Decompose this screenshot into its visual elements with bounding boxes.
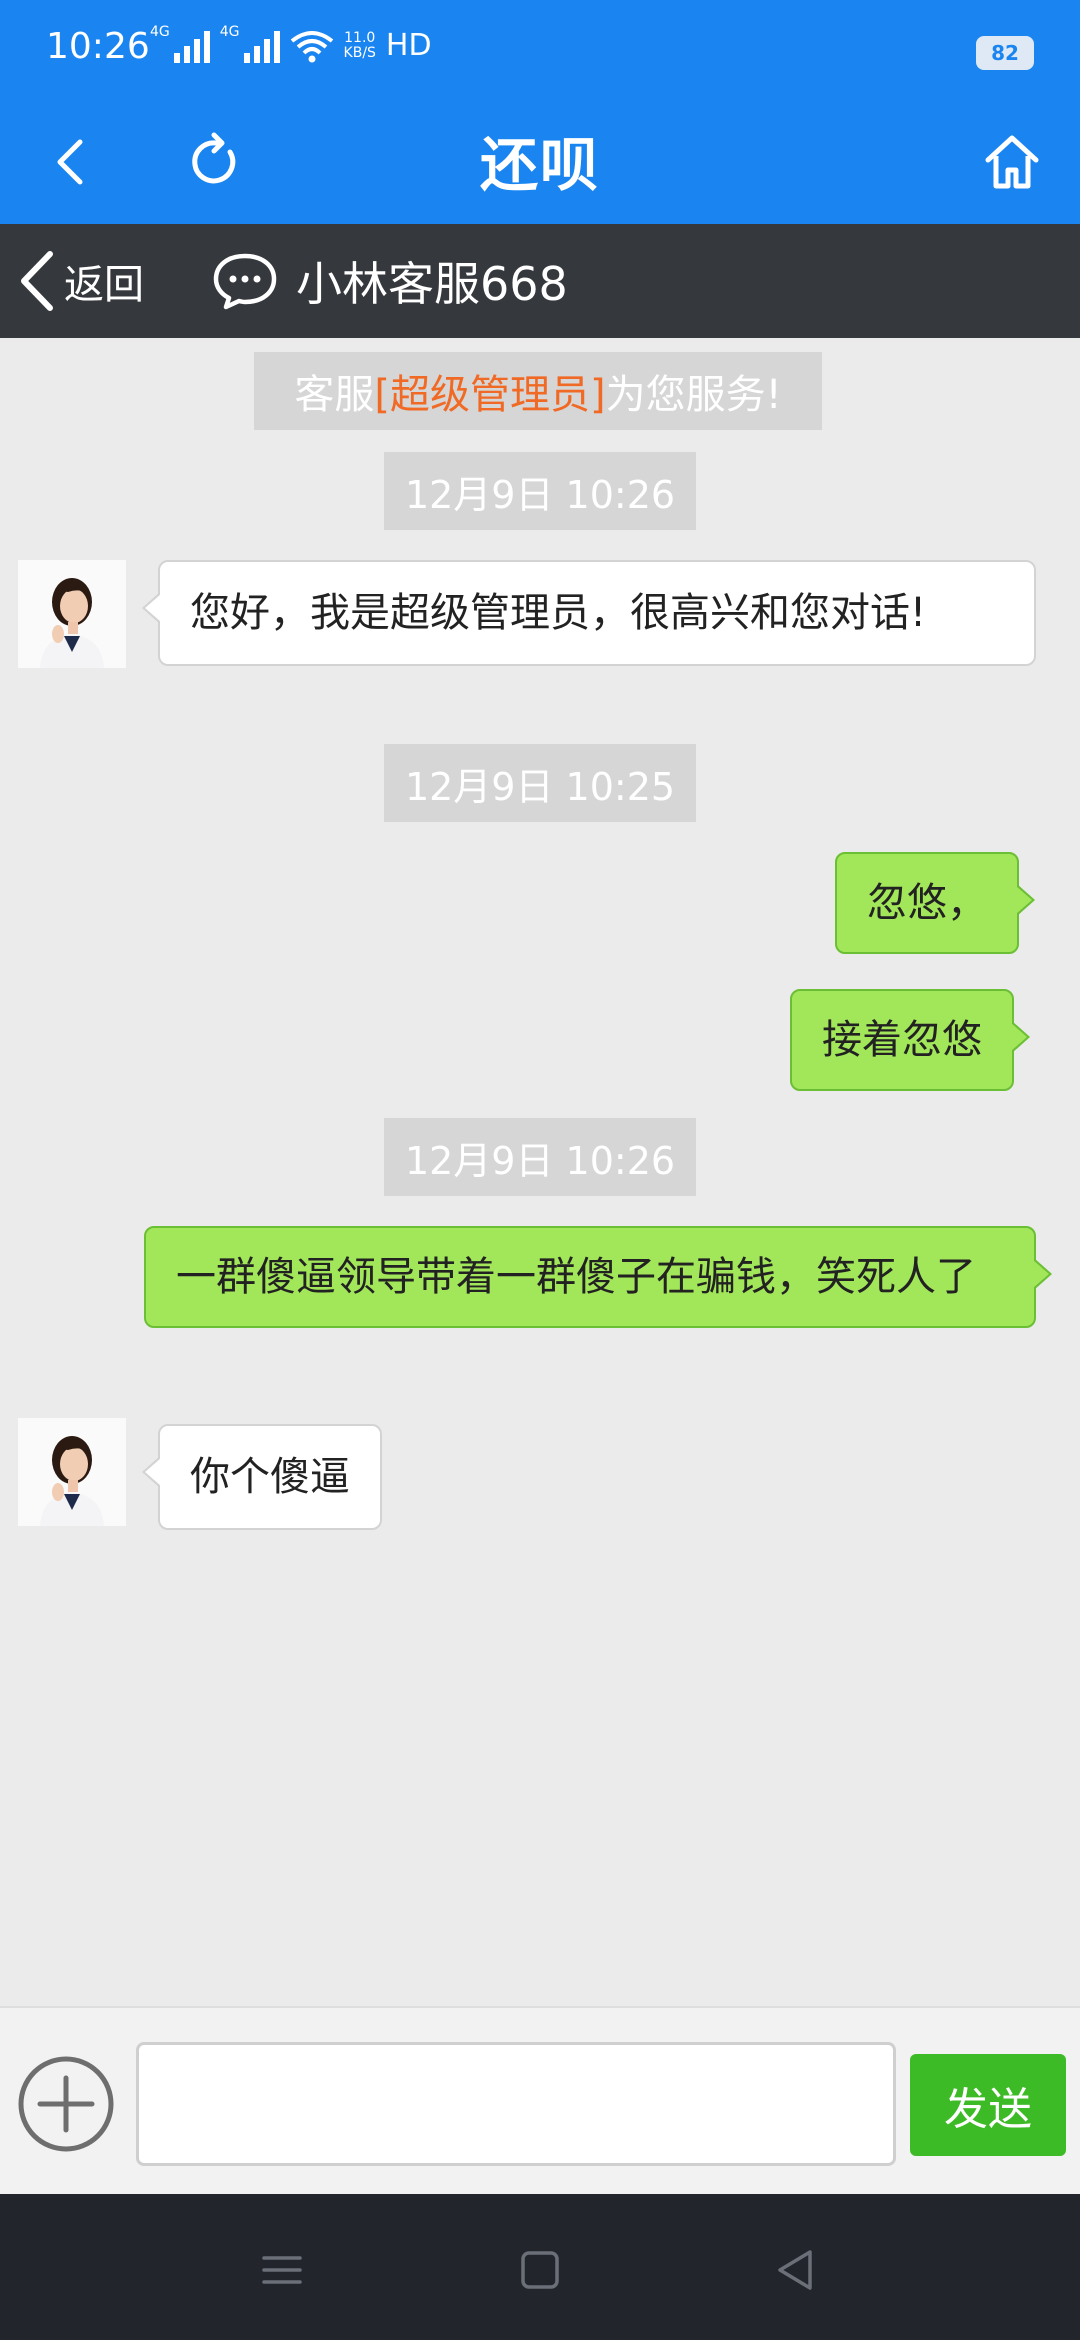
hd-label: HD [385,28,432,63]
signal-icon [243,29,280,63]
status-icons: 4G 4G 11.0 KB/S HD [150,24,432,64]
avatar[interactable] [18,560,126,668]
network-type-label: 4G [219,23,240,40]
incoming-message[interactable]: 你个傻逼 [142,1424,382,1530]
notice-suffix: 为您服务! [605,372,782,418]
notice-prefix: 客服 [294,372,375,418]
chat-bubble-icon [213,253,277,310]
chat-title: 小林客服668 [212,248,568,314]
outgoing-message[interactable]: 忽悠， [835,852,1035,954]
network-speed: 11.0 KB/S [343,29,376,61]
signal-icon [173,29,210,63]
message-input[interactable] [136,2042,896,2166]
page-title: 还呗 [479,131,600,199]
back-button[interactable]: 返回 [16,248,144,314]
wifi-icon [290,30,333,62]
agent-avatar-image [18,1418,126,1526]
system-nav-bar [0,2194,1080,2340]
triangle-back-icon[interactable] [766,2240,826,2300]
avatar[interactable] [18,1418,126,1526]
network-type-label: 4G [150,23,170,40]
incoming-message[interactable]: 您好，我是超级管理员，很高兴和您对话! [142,560,1036,666]
notice-role: [超级管理员] [374,372,606,418]
agent-avatar-image [18,560,126,668]
menu-icon[interactable] [252,2240,312,2300]
chevron-left-icon [21,251,53,311]
speed-value: 11.0 [344,29,376,46]
battery-indicator: 82 [976,36,1034,70]
top-nav: 还呗 [0,100,1080,224]
message-input-bar: 发送 [0,2006,1080,2196]
home-icon[interactable] [980,130,1044,194]
send-button[interactable]: 发送 [910,2054,1066,2156]
agent-name: 小林客服668 [296,257,568,311]
plus-circle-icon[interactable] [16,2054,116,2154]
outgoing-message[interactable]: 一群傻逼领导带着一群傻子在骗钱，笑死人了 [144,1226,1052,1328]
back-label: 返回 [64,262,144,308]
outgoing-message[interactable]: 接着忽悠 [790,989,1030,1091]
status-bar: 10:26 4G 4G 11.0 KB/S HD 82 [0,0,1080,100]
message-timestamp: 12月9日 10:26 [384,1118,696,1196]
square-home-icon[interactable] [510,2240,570,2300]
speed-unit: KB/S [343,44,376,61]
service-notice: 客服 [超级管理员] 为您服务! [254,352,822,430]
chat-header: 返回 小林客服668 [0,224,1080,338]
status-time: 10:26 [46,26,150,67]
message-timestamp: 12月9日 10:25 [384,744,696,822]
message-timestamp: 12月9日 10:26 [384,452,696,530]
